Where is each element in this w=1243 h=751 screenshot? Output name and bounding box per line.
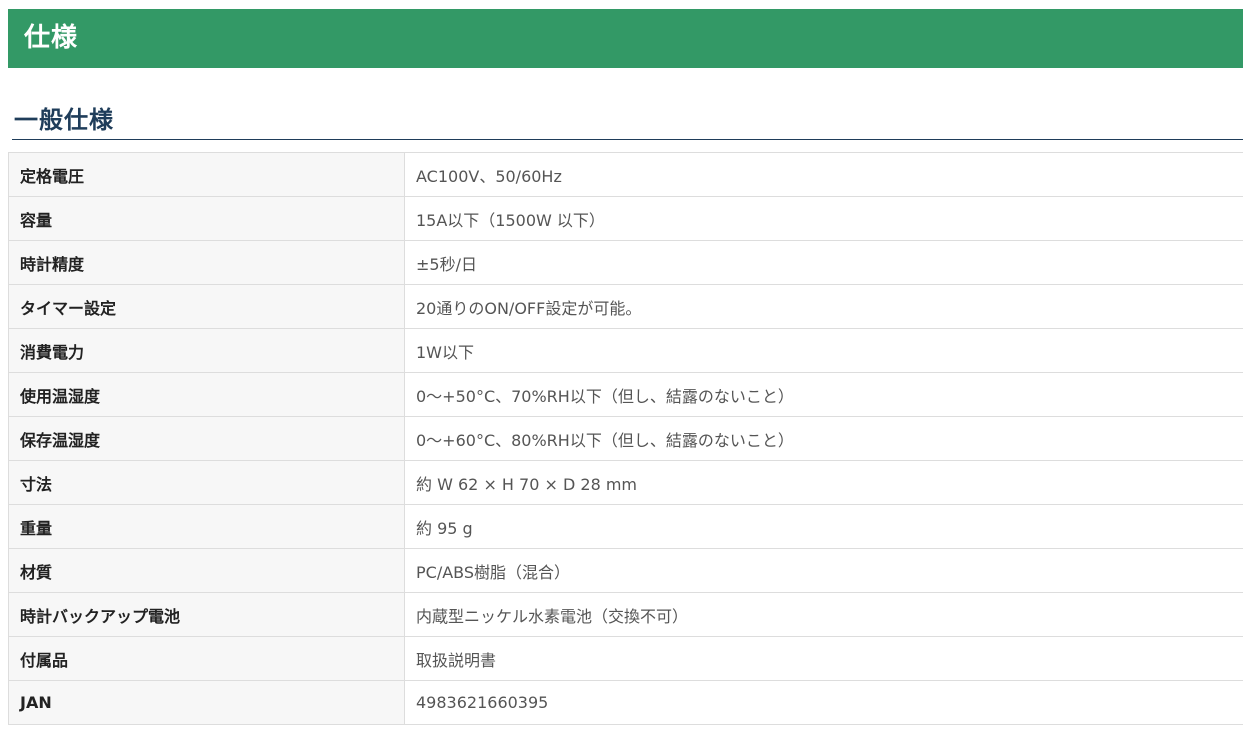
spec-value: 取扱説明書 [404, 636, 1243, 681]
spec-label: タイマー設定 [8, 284, 405, 329]
table-row: 保存温湿度 0～+60°C、80%RH以下（但し、結露のないこと） [8, 416, 1243, 461]
spec-value: 4983621660395 [404, 680, 1243, 725]
spec-value: ±5秒/日 [404, 240, 1243, 285]
spec-value: PC/ABS樹脂（混合） [404, 548, 1243, 593]
spec-value: 0～+60°C、80%RH以下（但し、結露のないこと） [404, 416, 1243, 461]
subheading-general-specs: 一般仕様 [12, 102, 1243, 140]
page: 仕様 一般仕様 定格電圧 AC100V、50/60Hz 容量 15A以下（150… [0, 0, 1243, 751]
table-row: 材質 PC/ABS樹脂（混合） [8, 548, 1243, 593]
spec-value: AC100V、50/60Hz [404, 152, 1243, 197]
spec-label: 使用温湿度 [8, 372, 405, 417]
table-row: 寸法 約 W 62 × H 70 × D 28 mm [8, 460, 1243, 505]
spec-value: 0～+50°C、70%RH以下（但し、結露のないこと） [404, 372, 1243, 417]
table-row: 時計精度 ±5秒/日 [8, 240, 1243, 285]
spec-label: 時計バックアップ電池 [8, 592, 405, 637]
table-row: 重量 約 95 g [8, 504, 1243, 549]
table-row: 消費電力 1W以下 [8, 328, 1243, 373]
spec-value: 内蔵型ニッケル水素電池（交換不可） [404, 592, 1243, 637]
spec-label: 消費電力 [8, 328, 405, 373]
table-row: JAN 4983621660395 [8, 680, 1243, 725]
spec-value: 約 W 62 × H 70 × D 28 mm [404, 460, 1243, 505]
spec-table: 定格電圧 AC100V、50/60Hz 容量 15A以下（1500W 以下） 時… [8, 152, 1243, 725]
spec-label: 寸法 [8, 460, 405, 505]
spec-value: 約 95 g [404, 504, 1243, 549]
spec-value: 15A以下（1500W 以下） [404, 196, 1243, 241]
spec-value: 20通りのON/OFF設定が可能。 [404, 284, 1243, 329]
section-title: 仕様 [8, 9, 1243, 68]
table-row: 定格電圧 AC100V、50/60Hz [8, 152, 1243, 197]
spec-label: 時計精度 [8, 240, 405, 285]
spec-label: 付属品 [8, 636, 405, 681]
spec-label: 材質 [8, 548, 405, 593]
table-row: 容量 15A以下（1500W 以下） [8, 196, 1243, 241]
spec-label: 重量 [8, 504, 405, 549]
table-row: 付属品 取扱説明書 [8, 636, 1243, 681]
spec-label: 定格電圧 [8, 152, 405, 197]
spec-label: 容量 [8, 196, 405, 241]
table-row: 時計バックアップ電池 内蔵型ニッケル水素電池（交換不可） [8, 592, 1243, 637]
table-row: 使用温湿度 0～+50°C、70%RH以下（但し、結露のないこと） [8, 372, 1243, 417]
table-row: タイマー設定 20通りのON/OFF設定が可能。 [8, 284, 1243, 329]
spec-label: 保存温湿度 [8, 416, 405, 461]
spec-value: 1W以下 [404, 328, 1243, 373]
spec-label: JAN [8, 680, 405, 725]
